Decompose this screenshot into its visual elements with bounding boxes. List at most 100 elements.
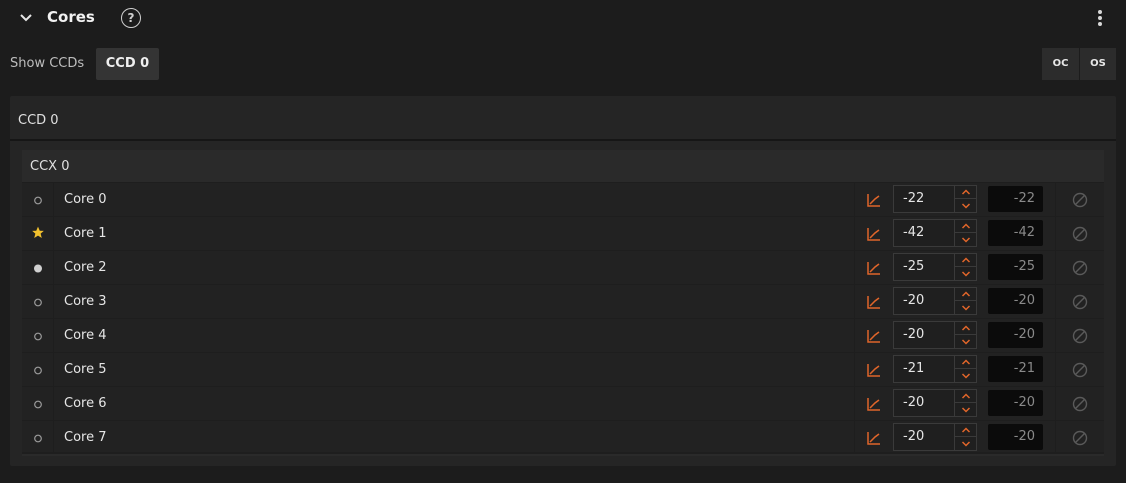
oc-button[interactable]: OC xyxy=(1042,48,1080,80)
core-state[interactable] xyxy=(22,285,54,318)
core-graph-button[interactable] xyxy=(854,387,892,420)
chevron-up-icon xyxy=(961,393,970,399)
increment-button[interactable] xyxy=(955,254,976,267)
decrement-button[interactable] xyxy=(955,233,976,246)
chevron-down-icon[interactable] xyxy=(18,10,34,26)
core-state[interactable] xyxy=(22,183,54,216)
chevron-down-icon xyxy=(961,270,970,277)
chart-icon xyxy=(866,431,880,445)
chevron-down-icon xyxy=(961,406,970,413)
offset-value[interactable]: -20 xyxy=(903,395,924,410)
decrement-button[interactable] xyxy=(955,199,976,212)
offset-value[interactable]: -22 xyxy=(903,191,924,206)
core-name: Core 2 xyxy=(64,260,107,275)
chevron-up-icon xyxy=(961,325,970,331)
increment-button[interactable] xyxy=(955,288,976,301)
reset-button[interactable] xyxy=(1055,319,1104,352)
ccx-title: CCX 0 xyxy=(30,159,70,174)
reset-button[interactable] xyxy=(1055,251,1104,284)
increment-button[interactable] xyxy=(955,186,976,199)
show-ccds-label: Show CCDs xyxy=(10,56,85,71)
more-vertical-icon[interactable] xyxy=(1092,8,1108,28)
ccx-panel: CCX 0 Core 0 -22 -22 Core 1 -42 -42 Core 2 -25 -… xyxy=(22,150,1104,456)
offset-stepper[interactable]: -22 xyxy=(893,185,977,213)
core-row: Core 7 -20 -20 xyxy=(22,420,1104,454)
chevron-up-icon xyxy=(961,359,970,365)
core-state[interactable] xyxy=(22,319,54,352)
circle-icon xyxy=(33,394,43,413)
core-graph-button[interactable] xyxy=(854,285,892,318)
core-graph-button[interactable] xyxy=(854,217,892,250)
increment-button[interactable] xyxy=(955,220,976,233)
disabled-icon xyxy=(1072,396,1088,411)
increment-button[interactable] xyxy=(955,390,976,403)
increment-button[interactable] xyxy=(955,356,976,369)
core-name: Core 6 xyxy=(64,396,107,411)
disabled-icon xyxy=(1072,328,1088,343)
increment-button[interactable] xyxy=(955,322,976,335)
decrement-button[interactable] xyxy=(955,403,976,416)
current-readout: -20 xyxy=(988,390,1043,416)
decrement-button[interactable] xyxy=(955,267,976,280)
core-row: Core 4 -20 -20 xyxy=(22,318,1104,352)
offset-value[interactable]: -20 xyxy=(903,429,924,444)
decrement-button[interactable] xyxy=(955,301,976,314)
stepper-arrows xyxy=(954,220,976,246)
star-icon xyxy=(31,224,45,243)
current-readout: -42 xyxy=(988,220,1043,246)
core-name: Core 4 xyxy=(64,328,107,343)
offset-value[interactable]: -21 xyxy=(903,361,924,376)
decrement-button[interactable] xyxy=(955,369,976,382)
reset-button[interactable] xyxy=(1055,353,1104,386)
stepper-arrows xyxy=(954,288,976,314)
circle-icon xyxy=(33,190,43,209)
core-graph-button[interactable] xyxy=(854,319,892,352)
core-graph-button[interactable] xyxy=(854,421,892,454)
reset-button[interactable] xyxy=(1055,285,1104,318)
circle-icon xyxy=(33,292,43,311)
reset-button[interactable] xyxy=(1055,421,1104,454)
chart-icon xyxy=(866,193,880,207)
offset-value[interactable]: -20 xyxy=(903,327,924,342)
reset-button[interactable] xyxy=(1055,183,1104,216)
reset-button[interactable] xyxy=(1055,217,1104,250)
offset-value[interactable]: -25 xyxy=(903,259,924,274)
stepper-arrows xyxy=(954,424,976,450)
section-header: Cores ? xyxy=(0,0,1126,38)
offset-stepper[interactable]: -20 xyxy=(893,321,977,349)
core-name: Core 5 xyxy=(64,362,107,377)
core-state[interactable] xyxy=(22,353,54,386)
stepper-arrows xyxy=(954,322,976,348)
core-state[interactable] xyxy=(22,217,54,250)
core-graph-button[interactable] xyxy=(854,251,892,284)
chevron-down-icon xyxy=(961,202,970,209)
offset-value[interactable]: -20 xyxy=(903,293,924,308)
stepper-arrows xyxy=(954,356,976,382)
help-icon[interactable]: ? xyxy=(121,8,141,28)
core-graph-button[interactable] xyxy=(854,183,892,216)
core-graph-button[interactable] xyxy=(854,353,892,386)
offset-stepper[interactable]: -20 xyxy=(893,389,977,417)
ccd-0-button[interactable]: CCD 0 xyxy=(96,48,159,80)
reset-button[interactable] xyxy=(1055,387,1104,420)
core-row: Core 3 -20 -20 xyxy=(22,284,1104,318)
increment-button[interactable] xyxy=(955,424,976,437)
core-state[interactable] xyxy=(22,421,54,454)
core-state[interactable] xyxy=(22,251,54,284)
chevron-up-icon xyxy=(961,291,970,297)
offset-value[interactable]: -42 xyxy=(903,225,924,240)
decrement-button[interactable] xyxy=(955,437,976,450)
core-name: Core 1 xyxy=(64,226,107,241)
chevron-up-icon xyxy=(961,427,970,433)
offset-stepper[interactable]: -25 xyxy=(893,253,977,281)
core-name: Core 0 xyxy=(64,192,107,207)
offset-stepper[interactable]: -42 xyxy=(893,219,977,247)
section-title: Cores xyxy=(47,8,95,26)
filled-dot-icon xyxy=(33,258,43,277)
offset-stepper[interactable]: -21 xyxy=(893,355,977,383)
offset-stepper[interactable]: -20 xyxy=(893,287,977,315)
decrement-button[interactable] xyxy=(955,335,976,348)
core-state[interactable] xyxy=(22,387,54,420)
offset-stepper[interactable]: -20 xyxy=(893,423,977,451)
os-button[interactable]: OS xyxy=(1080,48,1116,80)
